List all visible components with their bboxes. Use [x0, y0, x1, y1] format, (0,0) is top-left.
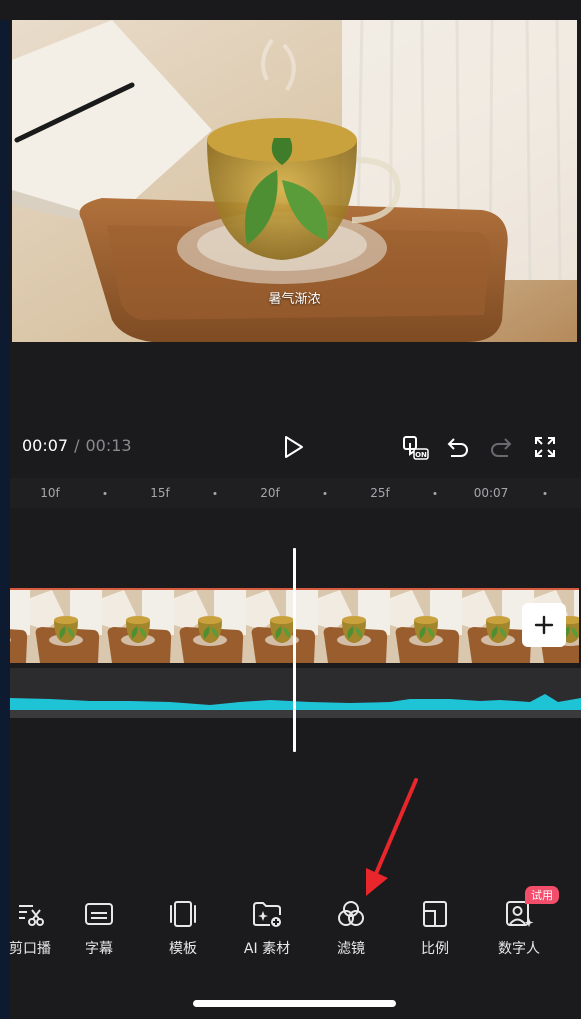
- ruler-tick: 15f: [150, 486, 170, 500]
- ruler-tick: 25f: [370, 486, 390, 500]
- bottom-toolbar: 剪口播 字幕 模板 AI 素材 滤镜 比例 数字人: [0, 890, 581, 970]
- tool-label: 数字人: [498, 941, 540, 957]
- ruler-dot: [103, 492, 107, 495]
- playhead[interactable]: [293, 548, 296, 752]
- subtitle-icon: [85, 903, 113, 925]
- filter-icon: [338, 901, 364, 926]
- trial-badge: 试用: [525, 886, 559, 904]
- tool-label: AI 素材: [243, 941, 291, 957]
- ai-folder-icon: [253, 902, 281, 927]
- time-separator: /: [74, 436, 80, 455]
- video-thumbnail: [390, 590, 462, 663]
- tool-ai-material[interactable]: AI 素材: [225, 890, 309, 960]
- video-preview[interactable]: 暑气渐浓: [12, 20, 577, 342]
- video-thumbnail: [30, 590, 102, 663]
- undo-button[interactable]: [442, 431, 474, 463]
- playback-bar: 00:07 / 00:13 ON: [0, 425, 581, 469]
- tool-label: 比例: [421, 941, 449, 957]
- tool-filter[interactable]: 滤镜: [309, 890, 393, 960]
- tool-label: 模板: [169, 941, 197, 957]
- scissors-text-icon: [19, 905, 44, 926]
- total-time: 00:13: [85, 436, 132, 455]
- ruler-tick: 00:07: [473, 486, 509, 500]
- fullscreen-icon: [535, 437, 555, 457]
- tool-subtitle[interactable]: 字幕: [57, 890, 141, 960]
- ruler-dot: [543, 492, 547, 495]
- video-thumbnail: [174, 590, 246, 663]
- video-thumbnail: [318, 590, 390, 663]
- ruler-dot: [433, 492, 437, 495]
- home-indicator[interactable]: [193, 1000, 396, 1007]
- template-icon: [170, 901, 196, 927]
- time-ruler[interactable]: 10f 15f 20f 25f 00:07: [10, 478, 581, 508]
- video-thumbnail: [246, 590, 318, 663]
- plus-icon: [534, 615, 554, 635]
- top-status-strip: [0, 0, 581, 20]
- tool-aspect-ratio[interactable]: 比例: [393, 890, 477, 960]
- left-edge: [0, 0, 10, 1019]
- keyframe-toggle-button[interactable]: ON: [399, 431, 431, 463]
- fullscreen-button[interactable]: [529, 431, 561, 463]
- play-button[interactable]: [278, 431, 310, 463]
- svg-text:ON: ON: [415, 451, 427, 459]
- tool-label: 滤镜: [337, 941, 365, 957]
- redo-button[interactable]: [485, 431, 517, 463]
- timecode: 00:07 / 00:13: [22, 436, 132, 455]
- current-time: 00:07: [22, 436, 69, 455]
- add-clip-button[interactable]: [522, 603, 566, 647]
- keyframe-on-icon: ON: [403, 436, 429, 460]
- video-thumbnail: [102, 590, 174, 663]
- tool-label: 字幕: [85, 941, 113, 957]
- aspect-ratio-icon: [423, 901, 447, 927]
- preview-caption: 暑气渐浓: [268, 292, 321, 307]
- video-thumbnail: [10, 590, 30, 663]
- ruler-dot: [213, 492, 217, 495]
- ruler-tick: 10f: [40, 486, 60, 500]
- ruler-dot: [323, 492, 327, 495]
- play-icon: [285, 436, 303, 458]
- ruler-tick: 20f: [260, 486, 280, 500]
- redo-icon: [491, 438, 512, 457]
- tool-template[interactable]: 模板: [141, 890, 225, 960]
- undo-icon: [447, 438, 468, 457]
